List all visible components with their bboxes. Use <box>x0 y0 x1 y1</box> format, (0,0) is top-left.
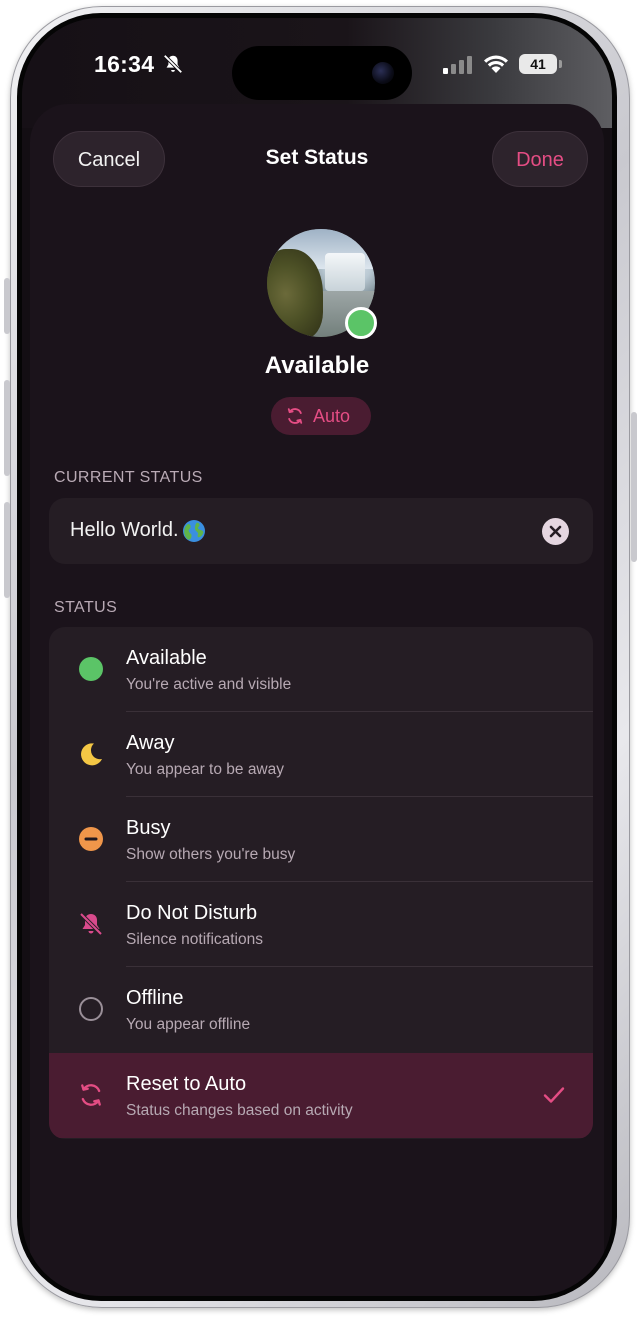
clear-status-button[interactable] <box>542 518 569 545</box>
screen: 16:34 41 Cancel Set Status Done Availabl… <box>22 18 612 1296</box>
profile-status-name: Available <box>264 352 370 379</box>
power-button <box>631 412 637 562</box>
front-camera <box>372 62 394 84</box>
set-status-sheet: Cancel Set Status Done Available Auto CU… <box>30 104 604 1296</box>
action-button <box>4 278 10 334</box>
status-option-title: Do Not Disturb <box>126 902 258 924</box>
status-option-busy[interactable]: Busy Show others you're busy <box>49 797 593 882</box>
status-option-available[interactable]: Available You're active and visible <box>49 627 593 712</box>
bell-slash-icon <box>79 912 103 936</box>
current-status-field[interactable]: Hello World. <box>49 498 593 564</box>
status-option-title: Reset to Auto <box>126 1073 247 1095</box>
status-option-subtitle: You appear offline <box>126 1016 251 1033</box>
auto-status-badge[interactable]: Auto <box>271 397 371 435</box>
done-button[interactable]: Done <box>492 131 588 187</box>
refresh-icon <box>81 1084 101 1106</box>
volume-down-button <box>4 502 10 598</box>
presence-indicator <box>345 307 377 339</box>
minus-circle-icon <box>79 827 103 851</box>
status-time: 16:34 <box>94 51 155 77</box>
status-option-title: Offline <box>126 987 184 1009</box>
dynamic-island <box>232 46 412 100</box>
refresh-icon <box>287 408 303 424</box>
cellular-signal-icon <box>443 56 472 74</box>
status-option-do-not-disturb[interactable]: Do Not Disturb Silence notifications <box>49 882 593 967</box>
empty-circle-icon <box>79 997 103 1021</box>
status-header: STATUS <box>54 599 118 616</box>
status-option-subtitle: Silence notifications <box>126 931 263 948</box>
status-options-list: Available You're active and visible Away… <box>49 627 593 1139</box>
auto-label: Auto <box>313 406 351 426</box>
status-option-subtitle: Show others you're busy <box>126 846 296 863</box>
status-option-reset-to-auto[interactable]: Reset to Auto Status changes based on ac… <box>49 1053 593 1138</box>
battery-nub <box>559 60 562 68</box>
status-option-subtitle: You appear to be away <box>126 761 284 778</box>
status-option-title: Busy <box>126 817 171 839</box>
moon-icon <box>81 743 102 766</box>
battery-indicator: 41 <box>519 54 557 74</box>
status-option-title: Away <box>126 732 175 754</box>
globe-icon <box>183 520 205 542</box>
status-option-offline[interactable]: Offline You appear offline <box>49 967 593 1052</box>
status-option-away[interactable]: Away You appear to be away <box>49 712 593 797</box>
silent-mode-icon <box>163 54 183 74</box>
status-option-subtitle: You're active and visible <box>126 676 292 693</box>
close-icon <box>549 525 562 538</box>
green-dot-icon <box>79 657 103 681</box>
wifi-icon <box>484 55 508 73</box>
checkmark-icon <box>543 1087 565 1103</box>
status-option-subtitle: Status changes based on activity <box>126 1102 353 1119</box>
status-option-title: Available <box>126 647 207 669</box>
current-status-text: Hello World. <box>70 519 179 541</box>
volume-up-button <box>4 380 10 476</box>
current-status-header: CURRENT STATUS <box>54 469 203 486</box>
